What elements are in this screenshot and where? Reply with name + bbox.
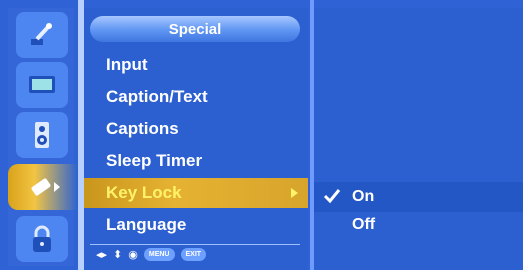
submenu-arrow-icon bbox=[291, 188, 298, 198]
left-right-arrows-icon: ◂▸ bbox=[96, 248, 108, 261]
menu-item-input[interactable]: Input bbox=[84, 50, 308, 80]
menu-button-hint: MENU bbox=[143, 248, 175, 261]
speaker-icon bbox=[35, 122, 49, 148]
satellite-icon bbox=[31, 23, 52, 45]
menu-item-label: Captions bbox=[106, 119, 179, 138]
menu-item-captions[interactable]: Captions bbox=[84, 114, 308, 144]
category-channel-tile[interactable] bbox=[16, 12, 68, 58]
lock-icon bbox=[33, 225, 51, 252]
key-lock-submenu: On Off bbox=[314, 8, 523, 270]
menu-item-caption-text[interactable]: Caption/Text bbox=[84, 82, 308, 112]
menu-item-language[interactable]: Language bbox=[84, 210, 308, 240]
category-lock-tile[interactable] bbox=[16, 216, 68, 262]
menu-item-key-lock[interactable]: Key Lock bbox=[84, 178, 308, 208]
special-key-icon bbox=[31, 178, 60, 196]
menu-item-sleep-timer[interactable]: Sleep Timer bbox=[84, 146, 308, 176]
special-menu-panel: Special Input Caption/Text Captions Slee… bbox=[84, 8, 308, 270]
menu-item-label: Sleep Timer bbox=[106, 151, 203, 170]
menu-item-label: Language bbox=[106, 215, 187, 234]
category-special-tile[interactable] bbox=[8, 164, 84, 210]
option-off[interactable]: Off bbox=[314, 210, 523, 240]
menu-item-label: Key Lock bbox=[106, 183, 182, 202]
navigation-hint-bar: ◂▸ ⬍ ◉ MENU EXIT bbox=[90, 244, 300, 264]
menu-title: Special bbox=[90, 16, 300, 42]
category-icon-column bbox=[8, 8, 84, 266]
ok-button-icon: ◉ bbox=[128, 248, 138, 261]
menu-item-label: Caption/Text bbox=[106, 87, 208, 106]
option-label: On bbox=[352, 188, 375, 205]
option-on[interactable]: On bbox=[314, 182, 523, 212]
exit-button-hint: EXIT bbox=[180, 248, 207, 261]
up-down-arrows-icon: ⬍ bbox=[113, 248, 123, 261]
menu-item-label: Input bbox=[106, 55, 148, 74]
option-label: Off bbox=[352, 216, 376, 233]
tv-screen-icon bbox=[29, 76, 55, 93]
checkmark-icon bbox=[323, 189, 341, 204]
category-sound-tile[interactable] bbox=[16, 112, 68, 158]
category-picture-tile[interactable] bbox=[16, 62, 68, 108]
osd-screen: Special Input Caption/Text Captions Slee… bbox=[0, 0, 523, 270]
